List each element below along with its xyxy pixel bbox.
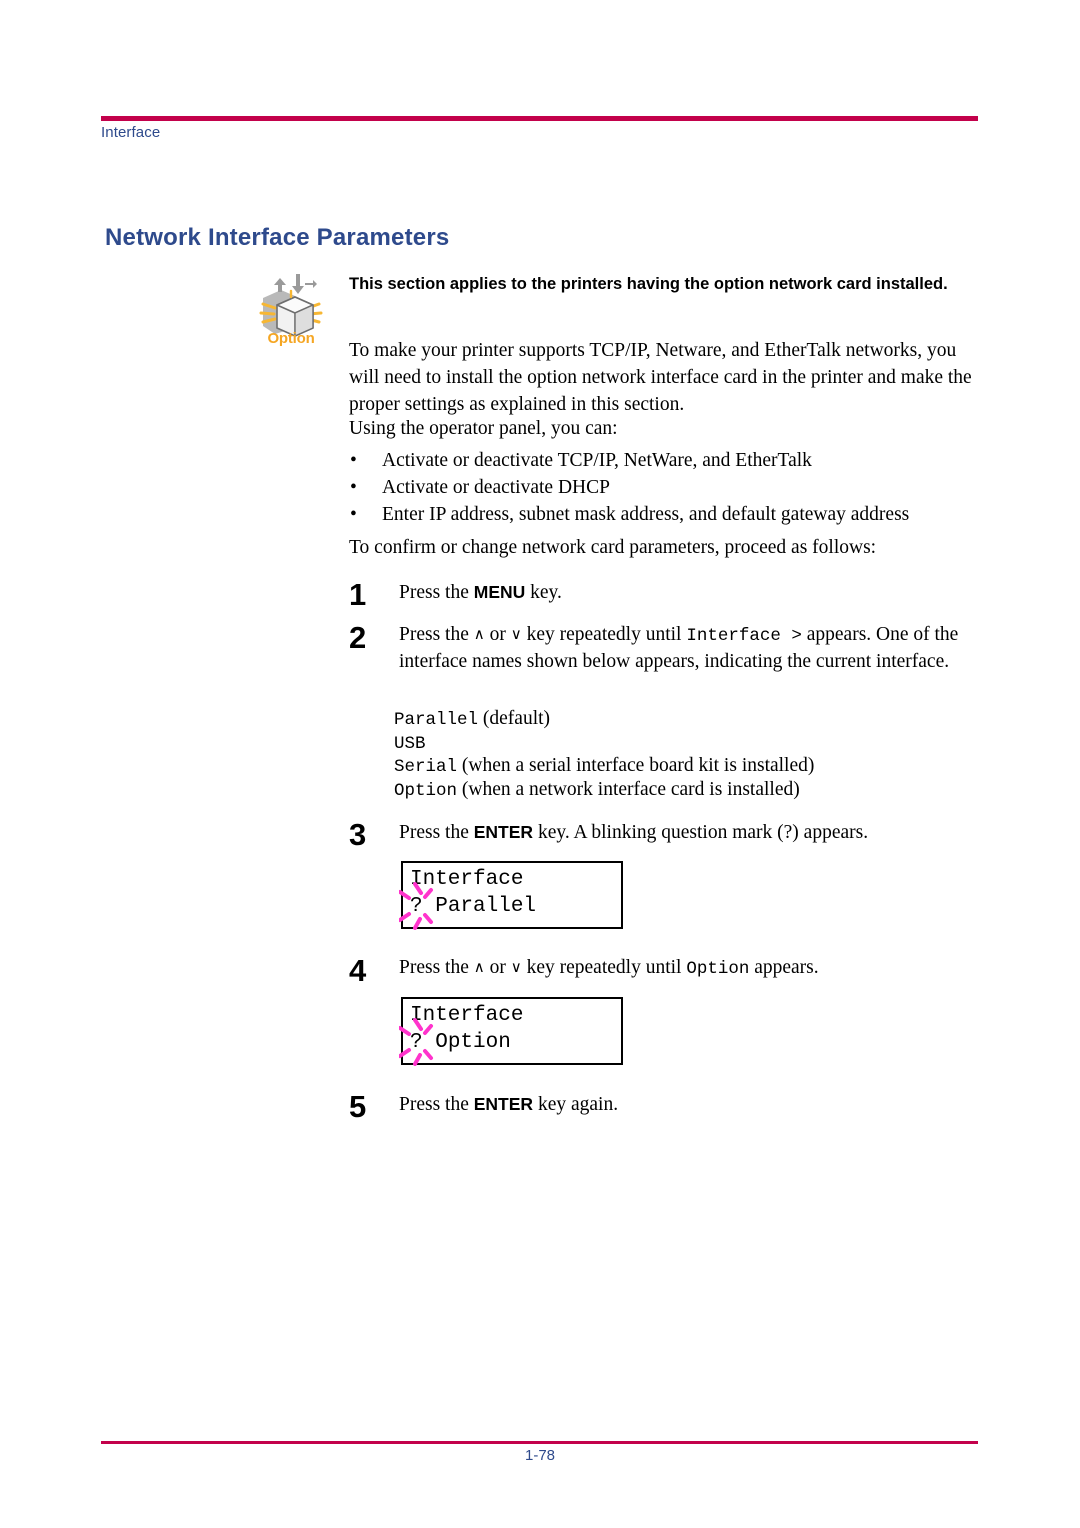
enter-key-label: ENTER [473,1094,534,1114]
step-text-1: Press the MENU key. [399,579,979,606]
page-title: Network Interface Parameters [105,224,450,251]
menu-key-label: MENU [473,582,526,602]
document-page: Interface Network Interface Parameters O… [0,0,1080,1528]
interface-name: USB [394,733,426,754]
list-item: • Activate or deactivate DHCP [349,474,979,501]
header-rule [101,116,978,121]
step-5-pre: Press the [399,1094,474,1115]
list-item-label: Enter IP address, subnet mask address, a… [382,504,910,525]
interface-row: Serial (when a serial interface board ki… [394,755,814,779]
interface-row: Option (when a network interface card is… [394,779,814,803]
interface-menu-token: Interface > [686,626,802,646]
step-number-5: 5 [349,1089,367,1124]
lcd-value: Option [435,1031,511,1054]
interface-name: Option [394,780,458,801]
lcd-line-2: ? Option [399,1018,511,1066]
interface-note: (when a serial interface board kit is in… [461,755,815,776]
interface-row: Parallel (default) [394,708,814,732]
option-icon-label: Option [267,330,315,347]
down-arrow-icon: ∨ [510,625,522,643]
interface-note: (default) [482,708,551,729]
step-2-pre: Press the [399,624,474,645]
list-item: • Activate or deactivate TCP/IP, NetWare… [349,447,979,474]
step-4-pre: Press the [399,957,474,978]
lcd-display-parallel: Interface ? Parallel [399,861,623,930]
step-5-post: key again. [533,1094,619,1115]
lcd-line-1: Interface [410,1004,524,1027]
step-2-afterkeys: key repeatedly until [521,624,687,645]
interface-name: Serial [394,757,458,777]
option-menu-token: Option [686,959,750,979]
footer-rule [101,1441,978,1444]
step-2-mid: or [484,624,511,645]
step-number-4: 4 [349,953,367,988]
interface-name: Parallel [394,710,479,730]
list-item-label: Activate or deactivate DHCP [382,477,610,498]
list-item: • Enter IP address, subnet mask address,… [349,501,979,528]
lcd-value: Parallel [435,895,537,918]
option-note-text: This section applies to the printers hav… [349,275,948,293]
lcd-display-option: Interface ? Option [399,997,623,1066]
step-number-3: 3 [349,817,367,852]
step-3-post: key. A blinking question mark (?) appear… [533,822,869,843]
lcd-prompt-mark: ? [410,895,423,918]
list-item-label: Activate or deactivate TCP/IP, NetWare, … [382,450,812,471]
step-1-pre: Press the [399,582,474,603]
up-arrow-icon: ∧ [473,958,485,976]
bullet-glyph: • [350,450,357,471]
down-arrow-icon: ∨ [510,958,522,976]
enter-key-label: ENTER [473,822,534,842]
interface-row: USB [394,732,814,756]
bullet-glyph: • [350,504,357,525]
step-text-5: Press the ENTER key again. [399,1091,979,1118]
confirm-lead: To confirm or change network card parame… [349,537,877,558]
step-text-2: Press the ∧ or ∨ key repeatedly until In… [399,622,983,675]
step-3-pre: Press the [399,822,474,843]
running-head: Interface [101,124,161,141]
step-4-mid: or [484,957,511,978]
step-text-4: Press the ∧ or ∨ key repeatedly until Op… [399,955,979,982]
blinking-prompt: ? [399,882,433,930]
up-arrow-icon: ∧ [473,625,485,643]
blinking-prompt: ? [399,1018,433,1066]
step-4-afterkeys: key repeatedly until [521,957,687,978]
step-number-1: 1 [349,577,367,612]
lcd-line-1: Interface [410,868,524,891]
step-text-3: Press the ENTER key. A blinking question… [399,819,979,846]
capability-list: • Activate or deactivate TCP/IP, NetWare… [349,447,979,528]
page-number: 1-78 [524,1447,556,1464]
lcd-line-2: ? Parallel [399,882,537,930]
step-number-2: 2 [349,620,367,655]
bullet-glyph: • [350,477,357,498]
using-lead: Using the operator panel, you can: [349,418,618,439]
step-1-post: key. [525,582,562,603]
step-4-post: appears. [749,957,819,978]
interface-name-list: Parallel (default) USB Serial (when a se… [394,708,814,802]
interface-note: (when a network interface card is instal… [461,778,800,800]
intro-paragraph: To make your printer supports TCP/IP, Ne… [349,340,972,415]
lcd-prompt-mark: ? [410,1031,423,1054]
